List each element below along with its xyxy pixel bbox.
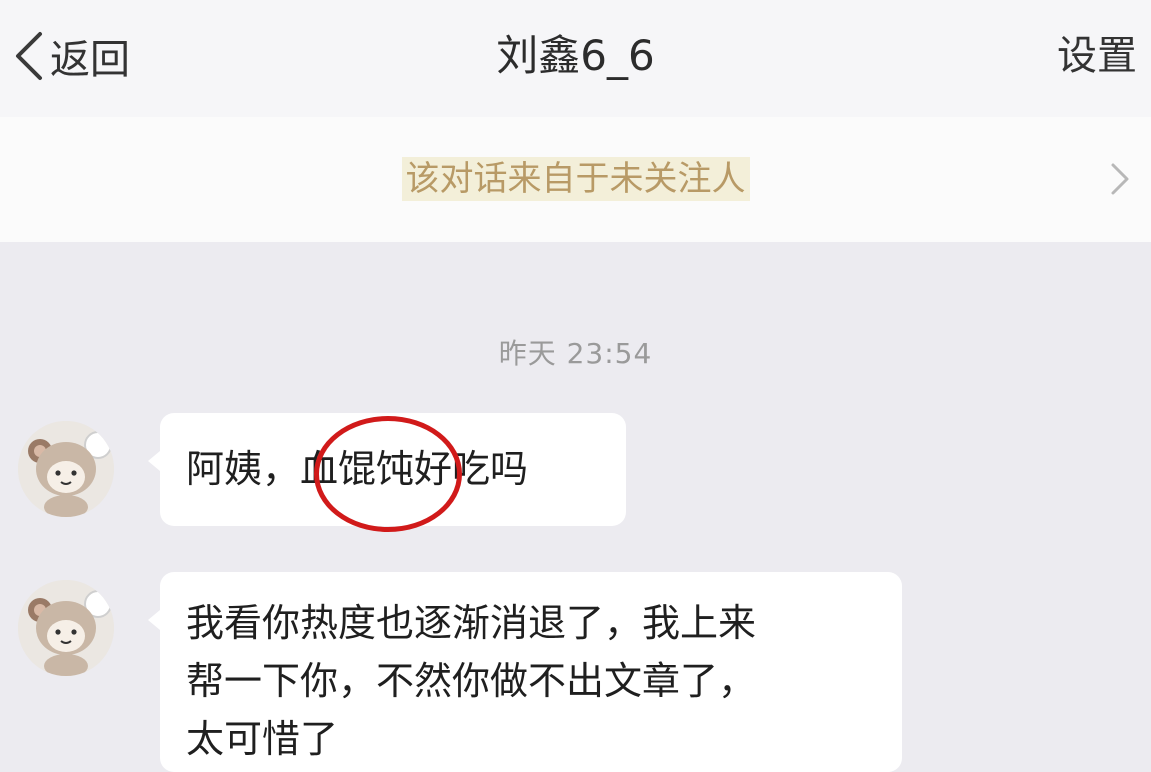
message-text: 我看你热度也逐渐消退了，我上来 帮一下你，不然你做不出文章了， 太可惜了 xyxy=(186,601,757,761)
chat-bubble[interactable]: 我看你热度也逐渐消退了，我上来 帮一下你，不然你做不出文章了， 太可惜了 xyxy=(148,572,902,772)
sender-avatar[interactable] xyxy=(18,421,114,517)
chat-bubble[interactable]: 阿姨，血馄饨好吃吗 xyxy=(148,413,626,526)
page-title: 刘鑫6_6 xyxy=(496,31,655,80)
bear-avatar-icon xyxy=(18,421,114,517)
sender-avatar[interactable] xyxy=(18,580,114,676)
chevron-right-icon xyxy=(1109,161,1131,201)
bear-avatar-icon xyxy=(18,580,114,676)
stranger-notice-bar[interactable]: 该对话来自于未关注人 xyxy=(0,117,1151,242)
message-text: 阿姨，血馄饨好吃吗 xyxy=(186,447,529,491)
settings-button[interactable]: 设置 xyxy=(1057,24,1137,88)
message-timestamp: 昨天 23:54 xyxy=(498,337,653,370)
stranger-notice-text: 该对话来自于未关注人 xyxy=(401,157,750,201)
nav-bar: 返回 刘鑫6_6 设置 xyxy=(0,0,1151,117)
